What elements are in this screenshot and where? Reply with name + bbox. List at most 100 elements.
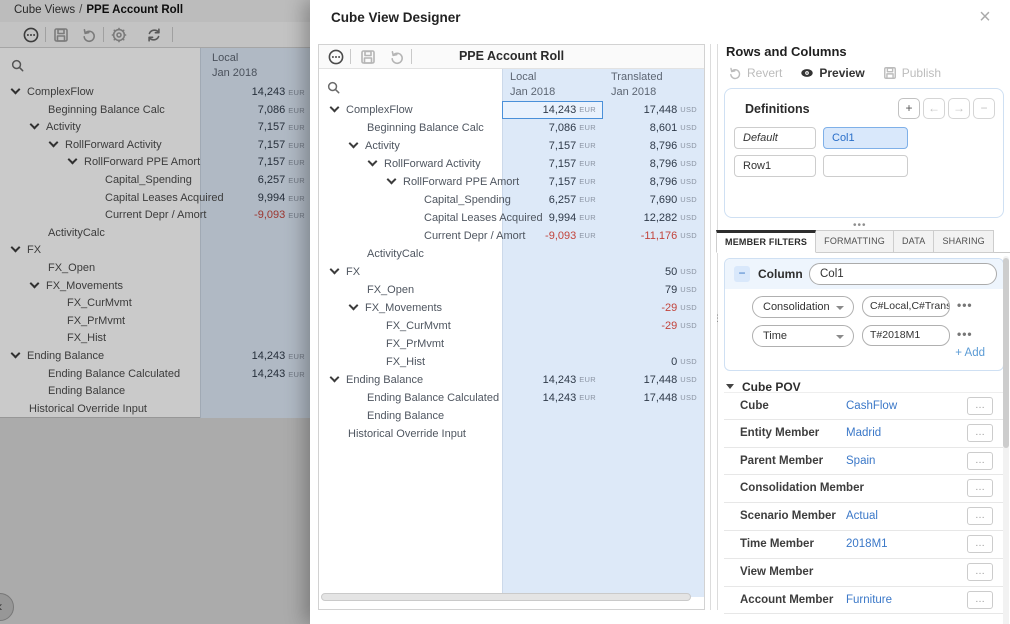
local-value-cell[interactable]: 7,157EUR: [503, 137, 603, 155]
local-value-cell[interactable]: [503, 245, 603, 263]
local-value-cell[interactable]: [503, 335, 603, 353]
pov-value-link[interactable]: Madrid: [846, 427, 881, 439]
pov-ellipsis-button[interactable]: …: [967, 591, 993, 609]
tree-row-label[interactable]: ActivityCalc: [350, 245, 424, 263]
translated-value-cell[interactable]: 8,601USD: [603, 119, 704, 137]
pov-value-link[interactable]: Spain: [846, 455, 875, 467]
filter-menu-icon[interactable]: •••: [957, 298, 973, 312]
table-row[interactable]: Current Depr / Amort-9,093EUR-11,176USD: [319, 227, 704, 245]
table-row[interactable]: Ending Balance 14,243EUR17,448USD: [319, 371, 704, 389]
table-row[interactable]: Capital_Spending6,257EUR7,690USD: [319, 191, 704, 209]
local-value-cell[interactable]: 14,243EUR: [503, 389, 603, 407]
pov-value-link[interactable]: Actual: [846, 510, 878, 522]
translated-value-cell[interactable]: 8,796USD: [603, 137, 704, 155]
translated-value-cell[interactable]: -11,176USD: [603, 227, 704, 245]
close-icon[interactable]: ×: [974, 6, 996, 28]
local-value-cell[interactable]: -9,093EUR: [503, 227, 603, 245]
expand-chevron-icon[interactable]: [330, 373, 340, 383]
pov-ellipsis-button[interactable]: …: [967, 479, 993, 497]
translated-value-cell[interactable]: 8,796USD: [603, 173, 704, 191]
tree-row-label[interactable]: Activity: [350, 137, 400, 155]
move-definition-right-button[interactable]: →: [948, 98, 970, 119]
table-row[interactable]: FX_Open 79USD: [319, 281, 704, 299]
tree-row-label[interactable]: Historical Override Input: [331, 425, 466, 443]
table-row[interactable]: ComplexFlow 14,243EUR17,448USD: [319, 101, 704, 119]
local-value-cell[interactable]: 7,157EUR: [503, 173, 603, 191]
remove-definition-button[interactable]: −: [973, 98, 995, 119]
local-value-cell[interactable]: [503, 407, 603, 425]
table-row[interactable]: Beginning Balance Calc 7,086EUR8,601USD: [319, 119, 704, 137]
translated-value-cell[interactable]: [603, 407, 704, 425]
table-row[interactable]: FX50USD: [319, 263, 704, 281]
tree-row-label[interactable]: Ending Balance Calculated: [350, 389, 499, 407]
tree-row-label[interactable]: FX_Open: [350, 281, 414, 299]
vertical-scrollbar-thumb[interactable]: [1003, 258, 1009, 448]
table-row[interactable]: FX_Hist 0USD: [319, 353, 704, 371]
member-filter-value[interactable]: C#Local,C#Translated: [862, 296, 950, 317]
translated-value-cell[interactable]: 7,690USD: [603, 191, 704, 209]
translated-value-cell[interactable]: [603, 335, 704, 353]
definition-cell[interactable]: [823, 155, 908, 177]
table-row[interactable]: Capital Leases Acquired9,994EUR12,282USD: [319, 209, 704, 227]
translated-value-cell[interactable]: -29USD: [603, 317, 704, 335]
translated-value-cell[interactable]: 79USD: [603, 281, 704, 299]
search-icon[interactable]: [327, 81, 340, 94]
translated-value-cell[interactable]: 0USD: [603, 353, 704, 371]
table-row[interactable]: Activity 7,157EUR8,796USD: [319, 137, 704, 155]
tab-data[interactable]: DATA: [894, 230, 934, 253]
translated-value-cell[interactable]: 8,796USD: [603, 155, 704, 173]
table-row[interactable]: ActivityCalc: [319, 245, 704, 263]
local-value-cell[interactable]: [503, 317, 603, 335]
tree-row-label[interactable]: ComplexFlow: [331, 101, 413, 119]
local-value-cell[interactable]: 7,086EUR: [503, 119, 603, 137]
expand-chevron-icon[interactable]: [330, 265, 340, 275]
local-value-cell[interactable]: 14,243EUR: [503, 371, 603, 389]
local-value-cell[interactable]: 14,243EUR: [503, 101, 603, 119]
translated-value-cell[interactable]: 17,448USD: [603, 389, 704, 407]
table-row[interactable]: RollForward Activity7,157EUR8,796USD: [319, 155, 704, 173]
local-value-cell[interactable]: [503, 281, 603, 299]
tree-row-label[interactable]: Capital_Spending: [407, 191, 511, 209]
expand-chevron-icon[interactable]: [349, 301, 359, 311]
local-value-cell[interactable]: [503, 353, 603, 371]
add-filter-link[interactable]: + Add: [955, 347, 985, 359]
table-row[interactable]: FX_PrMvmt: [319, 335, 704, 353]
translated-value-cell[interactable]: 50USD: [603, 263, 704, 281]
expand-chevron-icon[interactable]: [368, 157, 378, 167]
preview-button[interactable]: Preview: [800, 64, 864, 82]
local-value-cell[interactable]: 9,994EUR: [503, 209, 603, 227]
expand-chevron-icon[interactable]: [330, 103, 340, 113]
translated-value-cell[interactable]: [603, 425, 704, 443]
local-value-cell[interactable]: [503, 299, 603, 317]
expand-chevron-icon[interactable]: [387, 175, 397, 185]
publish-button[interactable]: Publish: [883, 64, 941, 82]
pov-ellipsis-button[interactable]: …: [967, 563, 993, 581]
horizontal-scrollbar[interactable]: [321, 593, 691, 601]
move-definition-left-button[interactable]: ←: [923, 98, 945, 119]
pov-ellipsis-button[interactable]: …: [967, 424, 993, 442]
tree-row-label[interactable]: Ending Balance: [331, 371, 423, 389]
translated-value-cell[interactable]: 12,282USD: [603, 209, 704, 227]
member-filter-value[interactable]: T#2018M1: [862, 325, 950, 346]
tree-row-label[interactable]: FX_PrMvmt: [369, 335, 444, 353]
tree-row-label[interactable]: Beginning Balance Calc: [350, 119, 484, 137]
add-definition-button[interactable]: +: [898, 98, 920, 119]
tree-row-label[interactable]: Ending Balance: [350, 407, 444, 425]
table-row[interactable]: FX_CurMvmt-29USD: [319, 317, 704, 335]
pov-ellipsis-button[interactable]: …: [967, 452, 993, 470]
tree-row-label[interactable]: RollForward Activity: [369, 155, 481, 173]
pov-value-link[interactable]: CashFlow: [846, 400, 897, 412]
dimension-dropdown[interactable]: Consolidation: [752, 296, 854, 318]
translated-value-cell[interactable]: 17,448USD: [603, 101, 704, 119]
translated-value-cell[interactable]: [603, 245, 704, 263]
pov-ellipsis-button[interactable]: …: [967, 397, 993, 415]
local-value-cell[interactable]: 6,257EUR: [503, 191, 603, 209]
table-row[interactable]: Ending Balance Calculated14,243EUR17,448…: [319, 389, 704, 407]
pov-value-link[interactable]: Furniture: [846, 594, 892, 606]
table-row[interactable]: RollForward PPE Amort7,157EUR8,796USD: [319, 173, 704, 191]
filter-menu-icon[interactable]: •••: [957, 327, 973, 341]
translated-value-cell[interactable]: 17,448USD: [603, 371, 704, 389]
tree-row-label[interactable]: FX_Hist: [369, 353, 425, 371]
table-row[interactable]: FX_Movements-29USD: [319, 299, 704, 317]
expand-chevron-icon[interactable]: [349, 139, 359, 149]
